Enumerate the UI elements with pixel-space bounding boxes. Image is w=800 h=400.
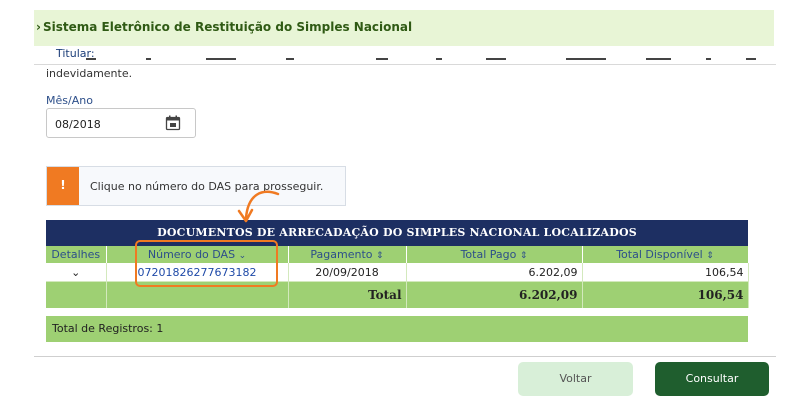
alert-icon: !: [47, 167, 79, 205]
col-numero-das[interactable]: Número do DAS ⌄: [106, 246, 289, 263]
alert-message: Clique no número do DAS para prosseguir.: [90, 180, 324, 193]
period-label: Mês/Ano: [46, 94, 93, 107]
das-grid: Detalhes Número do DAS ⌄ Pagamento ⇕ Tot…: [46, 246, 749, 308]
total-disponivel-cell: 106,54: [582, 263, 749, 282]
col-detalhes: Detalhes: [46, 246, 107, 263]
total-label: Total: [288, 281, 407, 308]
footer-divider: [34, 356, 776, 357]
info-alert: ! Clique no número do DAS para prossegui…: [46, 166, 346, 206]
divider: [34, 64, 776, 65]
expand-details-icon[interactable]: ⌄: [46, 263, 107, 282]
col-total-pago[interactable]: Total Pago ⇕: [406, 246, 583, 263]
record-count: Total de Registros: 1: [46, 316, 748, 342]
voltar-button[interactable]: Voltar: [518, 362, 633, 396]
das-number-link[interactable]: 07201826277673182: [106, 263, 289, 282]
consultar-button[interactable]: Consultar: [655, 362, 769, 396]
sort-icon[interactable]: ⇕: [706, 251, 714, 261]
sort-icon[interactable]: ⇕: [376, 251, 384, 261]
app-title-text: Sistema Eletrônico de Restituição do Sim…: [42, 20, 413, 34]
total-row: Total 6.202,09 106,54: [46, 281, 749, 308]
period-value: 08/2018: [55, 118, 101, 131]
total-pago-sum: 6.202,09: [406, 281, 583, 308]
pagamento-cell: 20/09/2018: [288, 263, 407, 282]
app-title: › Sistema Eletrônico de Restituição do Si…: [36, 20, 412, 34]
total-disponivel-sum: 106,54: [582, 281, 749, 308]
das-table: DOCUMENTOS DE ARRECADAÇÃO DO SIMPLES NAC…: [46, 220, 749, 342]
calendar-icon[interactable]: [165, 115, 181, 135]
chevron-right-icon: ›: [36, 20, 41, 34]
intro-text: indevidamente.: [46, 67, 133, 80]
sort-icon[interactable]: ⇕: [520, 251, 528, 261]
col-total-disponivel[interactable]: Total Disponível ⇕: [582, 246, 749, 263]
table-title: DOCUMENTOS DE ARRECADAÇÃO DO SIMPLES NAC…: [46, 220, 748, 246]
pointer-arrow-icon: [237, 190, 280, 223]
total-pago-cell: 6.202,09: [406, 263, 583, 282]
col-pagamento[interactable]: Pagamento ⇕: [288, 246, 407, 263]
table-header-row: Detalhes Número do DAS ⌄ Pagamento ⇕ Tot…: [46, 246, 749, 263]
period-input[interactable]: 08/2018: [46, 108, 196, 138]
sort-down-icon[interactable]: ⌄: [239, 251, 247, 261]
table-row: ⌄ 07201826277673182 20/09/2018 6.202,09 …: [46, 263, 749, 282]
